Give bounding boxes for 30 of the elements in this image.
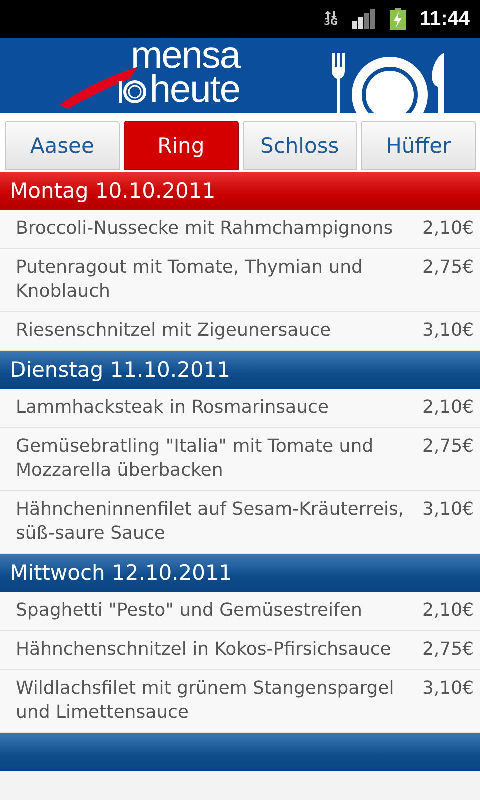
tab[interactable]: Hüffer xyxy=(361,121,476,170)
dish-name: Riesenschnitzel mit Zigeunersauce xyxy=(16,319,332,343)
price-text: 3,10€ xyxy=(422,498,474,522)
dish-name: Wildlachsfilet mit grünem Stangenspargel und Limettensauce xyxy=(16,677,396,725)
price-text: 2,75€ xyxy=(422,256,474,280)
price-text: 2,75€ xyxy=(422,435,474,459)
signal-icon xyxy=(352,9,376,29)
day-header: Dienstag 11.10.2011 xyxy=(0,351,480,389)
tab[interactable]: Schloss xyxy=(242,121,358,170)
price-text: 2,10€ xyxy=(422,396,474,420)
price-text: 2,75€ xyxy=(422,638,474,662)
price-text: 2,10€ xyxy=(422,217,474,241)
price-text: 2,10€ xyxy=(422,599,474,623)
dish-name: Hähncheninnenfilet auf Sesam-Kräuterreis, süß-saure Sauce xyxy=(16,498,406,546)
battery-icon xyxy=(390,8,406,30)
dish-name: Lammhacksteak in Rosmarinsauce xyxy=(16,396,329,420)
dish-name: Hähnchenschnitzel in Kokos-Pfirsichsauce xyxy=(16,638,392,662)
price-text: 3,10€ xyxy=(422,319,474,343)
dish-name: Putenragout mit Tomate, Thymian und Knoblauch xyxy=(16,256,364,304)
tab[interactable]: Aasee xyxy=(5,121,120,170)
dish-name: Spaghetti "Pesto" und Gemüsestreifen xyxy=(16,599,362,623)
day-header: Montag 10.10.2011 xyxy=(0,172,480,210)
price-text: 3,10€ xyxy=(422,677,474,701)
clock-text: 11:44 xyxy=(420,8,470,30)
tab[interactable]: Ring xyxy=(124,121,238,170)
logo-text: heute xyxy=(150,73,240,107)
dish-name: Gemüsebratling "Italia" mit Tomate und Mozzarella überbacken xyxy=(16,435,375,483)
dish-name: Broccoli-Nussecke mit Rahmchampignons xyxy=(16,217,394,241)
logo-text: mensa xyxy=(130,39,240,73)
day-header: Mittwoch 12.10.2011 xyxy=(0,554,480,592)
